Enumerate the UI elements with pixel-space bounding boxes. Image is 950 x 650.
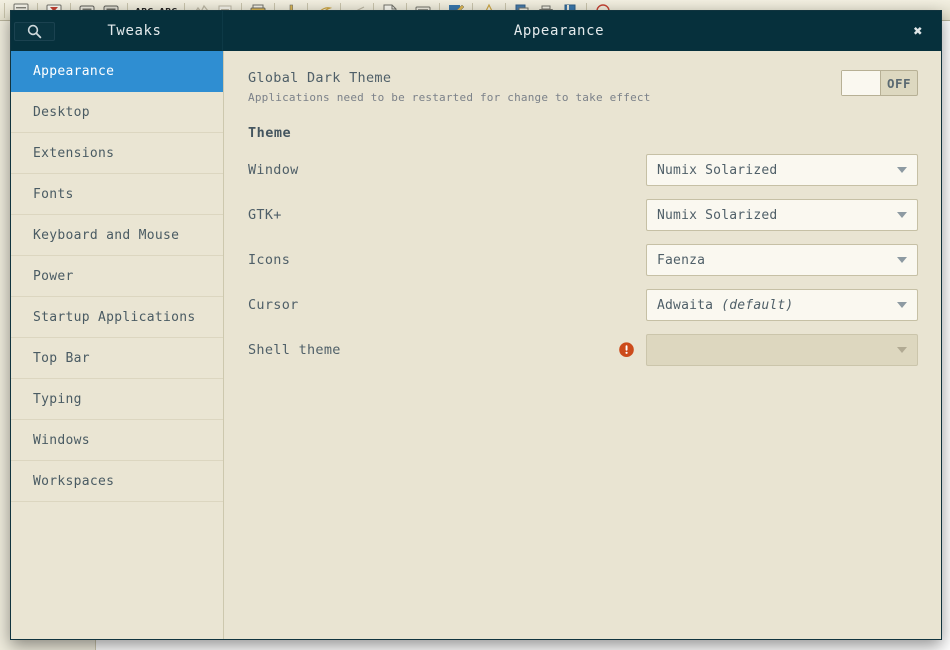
setting-row-gtk-: GTK+ Numix Solarized: [248, 199, 918, 231]
sidebar-item-power[interactable]: Power: [11, 256, 223, 297]
dropdown-value-text: Adwaita: [657, 297, 722, 313]
dropdown-value-text: Numix Solarized: [657, 207, 778, 223]
dropdown-value-gtk-: Numix Solarized: [657, 208, 897, 223]
app-title: Tweaks: [107, 23, 162, 39]
setting-label-gtk-: GTK+: [248, 207, 282, 223]
sidebar-item-fonts[interactable]: Fonts: [11, 174, 223, 215]
setting-label-cursor: Cursor: [248, 297, 299, 313]
page-title: Appearance: [513, 23, 605, 39]
sidebar-item-label: Appearance: [33, 63, 115, 79]
search-icon[interactable]: [14, 21, 55, 41]
close-icon[interactable]: ✖: [907, 20, 929, 42]
sidebar-item-label: Top Bar: [33, 350, 90, 366]
global-dark-theme-label: Global Dark Theme: [248, 70, 392, 86]
dropdown-value-window: Numix Solarized: [657, 163, 897, 178]
dropdown-gtk-[interactable]: Numix Solarized: [646, 199, 918, 231]
toggle-state-label: OFF: [886, 75, 912, 91]
toolbar-separator: [4, 2, 5, 18]
sidebar-item-top-bar[interactable]: Top Bar: [11, 338, 223, 379]
sidebar-item-label: Typing: [33, 391, 82, 407]
titlebar-left-section: Tweaks: [11, 11, 223, 51]
dropdown-value-suffix: (default): [721, 297, 794, 313]
global-dark-theme-toggle[interactable]: OFF: [841, 70, 918, 96]
sidebar-item-keyboard-and-mouse[interactable]: Keyboard and Mouse: [11, 215, 223, 256]
chevron-down-icon: [897, 302, 907, 308]
sidebar-item-windows[interactable]: Windows: [11, 420, 223, 461]
dropdown-value-text: Numix Solarized: [657, 162, 778, 178]
dropdown-value-text: Faenza: [657, 252, 706, 268]
dropdown-value-cursor: Adwaita (default): [657, 298, 897, 313]
sidebar-item-startup-applications[interactable]: Startup Applications: [11, 297, 223, 338]
chevron-down-icon: [897, 257, 907, 263]
sidebar-item-appearance[interactable]: Appearance: [11, 51, 223, 92]
sidebar-item-label: Startup Applications: [33, 309, 196, 325]
chevron-down-icon: [897, 347, 907, 353]
setting-row-shell-theme: Shell theme: [248, 334, 918, 366]
titlebar-right-section: Appearance ✖: [223, 11, 941, 51]
global-dark-theme-description: Applications need to be restarted for ch…: [248, 91, 651, 104]
window-titlebar: Tweaks Appearance ✖: [11, 11, 941, 51]
theme-settings-list: Window Numix Solarized GTK+ Numix Solarized…: [248, 154, 918, 366]
content-pane: Global Dark Theme Applications need to b…: [224, 51, 941, 639]
sidebar-item-label: Desktop: [33, 104, 90, 120]
dropdown-window[interactable]: Numix Solarized: [646, 154, 918, 186]
sidebar-item-label: Workspaces: [33, 473, 115, 489]
chevron-down-icon: [897, 167, 907, 173]
toggle-knob: [842, 71, 881, 95]
error-exclamation-icon: [617, 341, 636, 360]
search-glyph: [27, 24, 42, 38]
sidebar-item-label: Power: [33, 268, 74, 284]
sidebar-item-label: Extensions: [33, 145, 115, 161]
dropdown-shell-theme: [646, 334, 918, 366]
global-dark-theme-row: Global Dark Theme Applications need to b…: [248, 69, 918, 104]
desktop-background: ABC ABC: [0, 0, 950, 650]
setting-row-window: Window Numix Solarized: [248, 154, 918, 186]
sidebar-item-desktop[interactable]: Desktop: [11, 92, 223, 133]
dropdown-value-icons: Faenza: [657, 253, 897, 268]
chevron-down-icon: [897, 212, 907, 218]
sidebar-item-label: Keyboard and Mouse: [33, 227, 180, 243]
setting-row-icons: Icons Faenza: [248, 244, 918, 276]
dropdown-cursor[interactable]: Adwaita (default): [646, 289, 918, 321]
sidebar-item-workspaces[interactable]: Workspaces: [11, 461, 223, 502]
sidebar-item-extensions[interactable]: Extensions: [11, 133, 223, 174]
sidebar: Appearance Desktop Extensions Fonts Keyboard…: [11, 51, 224, 639]
window-body: Appearance Desktop Extensions Fonts Keyboard…: [11, 51, 941, 639]
sidebar-item-label: Windows: [33, 432, 90, 448]
sidebar-item-label: Fonts: [33, 186, 74, 202]
setting-label-icons: Icons: [248, 252, 291, 268]
dropdown-icons[interactable]: Faenza: [646, 244, 918, 276]
sidebar-item-typing[interactable]: Typing: [11, 379, 223, 420]
setting-label-shell-theme: Shell theme: [248, 342, 341, 358]
global-dark-theme-text: Global Dark Theme Applications need to b…: [248, 69, 651, 104]
tweaks-window: Tweaks Appearance ✖ Appearance Desktop Ext…: [10, 10, 942, 640]
setting-label-window: Window: [248, 162, 299, 178]
setting-row-cursor: Cursor Adwaita (default): [248, 289, 918, 321]
theme-section-title: Theme: [248, 125, 292, 141]
